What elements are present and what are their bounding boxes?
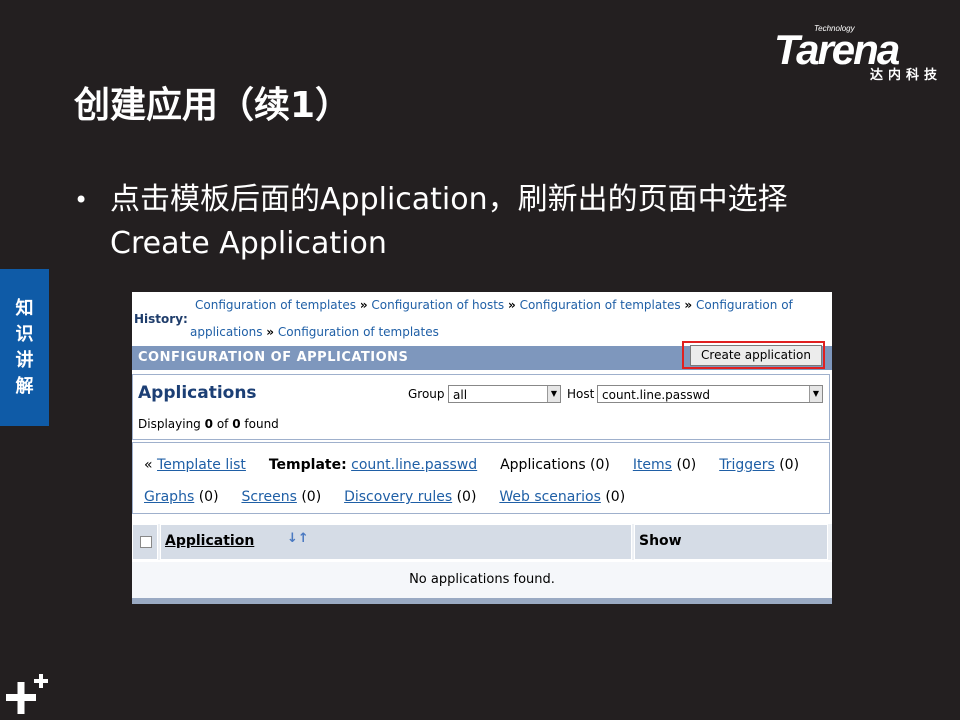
history-breadcrumb: History: Configuration of templates » Co…	[134, 298, 793, 339]
breadcrumb-link[interactable]: Configuration of templates	[278, 325, 439, 339]
slide-title: 创建应用（续1）	[74, 85, 352, 126]
breadcrumb-link[interactable]: applications	[190, 325, 262, 339]
column-application[interactable]: Application ↓↑	[160, 524, 632, 560]
web-scenarios-link[interactable]: Web scenarios	[499, 489, 601, 505]
triggers-link[interactable]: Triggers	[719, 457, 775, 473]
select-all-cell	[132, 524, 158, 560]
template-label: Template:	[268, 457, 347, 473]
footer-bar	[132, 598, 832, 604]
header-title: CONFIGURATION OF APPLICATIONS	[138, 350, 409, 365]
plus-decoration-icon	[6, 674, 48, 714]
dropdown-arrow-icon: ▼	[809, 386, 822, 402]
panel-title: Applications	[138, 383, 257, 403]
breadcrumb-link[interactable]: Configuration of	[696, 298, 793, 312]
history-label: History:	[134, 312, 188, 326]
breadcrumb-link[interactable]: Configuration of templates	[195, 298, 356, 312]
side-tab-char: 讲	[15, 349, 34, 371]
dropdown-arrow-icon: ▼	[547, 386, 560, 402]
select-all-checkbox[interactable]	[140, 536, 152, 548]
side-tab-char: 解	[15, 375, 34, 397]
host-select[interactable]: count.line.passwd ▼	[597, 385, 823, 403]
graphs-link[interactable]: Graphs	[144, 489, 194, 505]
bullet-text: 点击模板后面的Application，刷新出的页面中选择Create Appli…	[110, 182, 788, 261]
template-list-link[interactable]: Template list	[157, 457, 246, 473]
applications-panel: Applications Group all ▼ Host count.line…	[132, 374, 830, 440]
side-tab-char: 识	[15, 323, 34, 345]
screens-link[interactable]: Screens	[241, 489, 296, 505]
breadcrumb-link[interactable]: Configuration of templates	[520, 298, 681, 312]
tarena-logo: Technology Tarena 达内科技	[774, 22, 944, 84]
highlight-box	[682, 341, 825, 369]
bullet-point: • 点击模板后面的Application，刷新出的页面中选择Create App…	[74, 178, 864, 266]
displaying-count: Displaying 0 of 0 found	[138, 417, 279, 431]
sort-arrow-icon: ↓↑	[287, 531, 309, 546]
side-tab-char: 知	[15, 297, 34, 319]
host-label: Host	[567, 387, 595, 401]
empty-message: No applications found.	[132, 562, 832, 600]
applications-tab: Applications (0)	[500, 457, 610, 473]
items-link[interactable]: Items	[633, 457, 672, 473]
template-nav: « Template list Template: count.line.pas…	[132, 442, 830, 514]
zabbix-screenshot: History: Configuration of templates » Co…	[132, 292, 832, 604]
group-select[interactable]: all ▼	[448, 385, 561, 403]
group-label: Group	[408, 387, 445, 401]
bullet-dot-icon: •	[74, 186, 89, 214]
breadcrumb-link[interactable]: Configuration of hosts	[371, 298, 504, 312]
template-name-link[interactable]: count.line.passwd	[351, 457, 477, 473]
logo-cn: 达内科技	[869, 68, 942, 83]
side-tab: 知 识 讲 解	[0, 269, 49, 426]
discovery-rules-link[interactable]: Discovery rules	[344, 489, 452, 505]
table-header: Application ↓↑ Show	[132, 524, 832, 560]
column-show: Show	[634, 524, 828, 560]
